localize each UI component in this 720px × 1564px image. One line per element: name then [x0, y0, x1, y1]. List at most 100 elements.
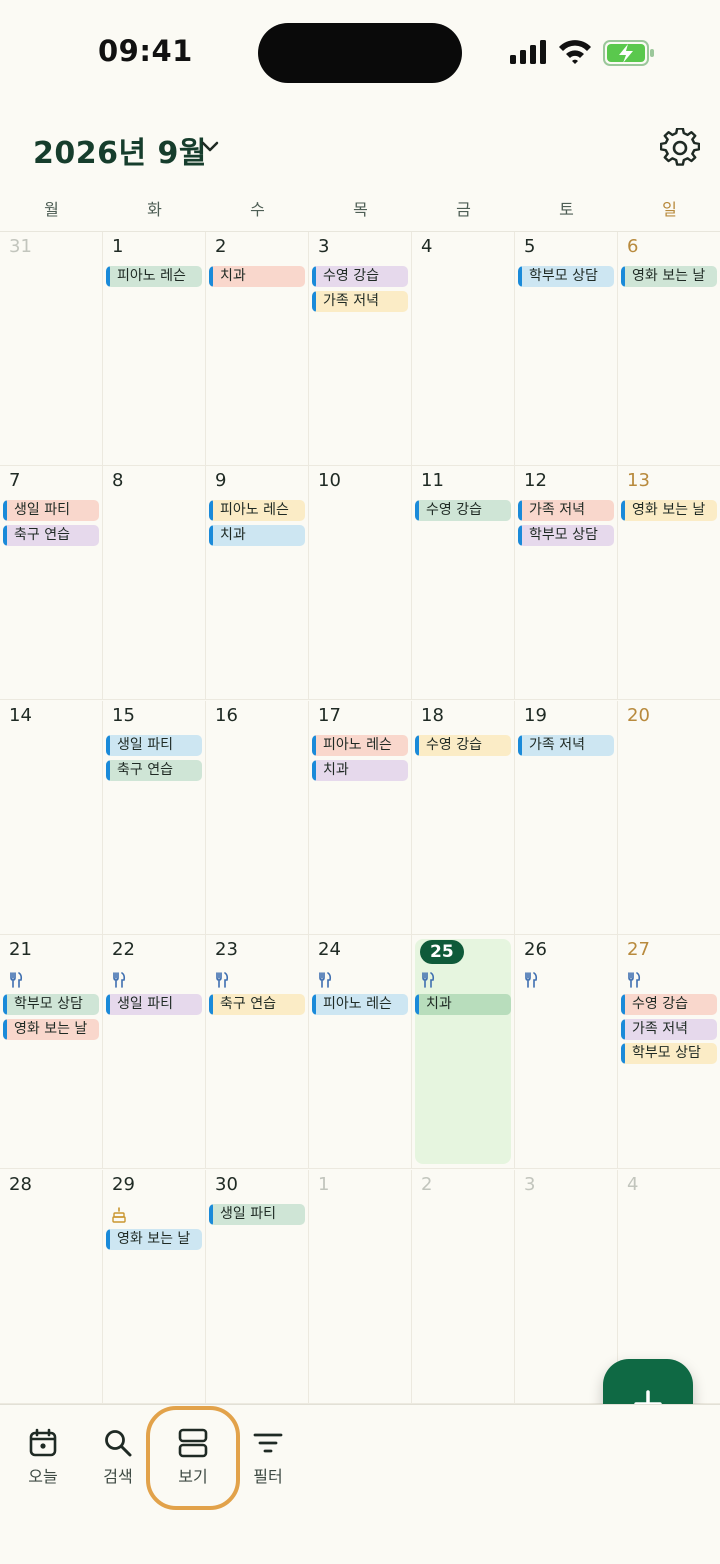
- day-cell[interactable]: 10: [309, 466, 412, 700]
- gear-icon[interactable]: [660, 128, 700, 168]
- fork-knife-icon: [318, 972, 332, 988]
- event-chip[interactable]: 가족 저녁: [312, 290, 408, 312]
- event-chip[interactable]: 영화 보는 날: [3, 1018, 99, 1040]
- event-list: 영화 보는 날: [106, 1229, 202, 1254]
- day-number: 16: [215, 705, 238, 726]
- event-chip[interactable]: 생일 파티: [106, 735, 202, 756]
- event-chip[interactable]: 학부모 상담: [3, 994, 99, 1015]
- day-cell[interactable]: 26: [515, 935, 618, 1169]
- event-chip[interactable]: 피아노 레슨: [106, 266, 202, 287]
- weekday-sun: 일: [662, 200, 677, 219]
- event-chip[interactable]: 치과: [209, 524, 305, 546]
- bottom-nav: 오늘 검색 보기 필터: [0, 1404, 720, 1564]
- nav-today-label: 오늘: [28, 1467, 58, 1486]
- day-cell[interactable]: 2 치과: [206, 232, 309, 466]
- day-cell[interactable]: 1 피아노 레슨: [103, 232, 206, 466]
- event-chip[interactable]: 수영 강습: [312, 266, 408, 287]
- day-cell[interactable]: 15 생일 파티 축구 연습: [103, 701, 206, 935]
- day-cell[interactable]: 5 학부모 상담: [515, 232, 618, 466]
- day-cell[interactable]: 2: [412, 1170, 515, 1404]
- day-number: 10: [318, 470, 341, 491]
- day-cell[interactable]: 11 수영 강습: [412, 466, 515, 700]
- day-cell[interactable]: 24 피아노 레슨: [309, 935, 412, 1169]
- weekday-fri: 금: [456, 200, 471, 219]
- day-cell[interactable]: 12 가족 저녁 학부모 상담: [515, 466, 618, 700]
- day-cell[interactable]: 28: [0, 1170, 103, 1404]
- day-cell[interactable]: 19 가족 저녁: [515, 701, 618, 935]
- event-chip[interactable]: 학부모 상담: [518, 524, 614, 546]
- event-list: 피아노 레슨치과: [312, 735, 408, 784]
- day-number: 9: [215, 470, 227, 491]
- event-chip[interactable]: 치과: [415, 994, 511, 1015]
- day-cell[interactable]: 31: [0, 232, 103, 466]
- day-cell[interactable]: 1: [309, 1170, 412, 1404]
- fork-knife-icon: [421, 972, 435, 988]
- day-number: 21: [9, 939, 32, 960]
- day-cell[interactable]: 27 수영 강습 가족 저녁 학부모 상담: [618, 935, 720, 1169]
- day-cell[interactable]: 23 축구 연습: [206, 935, 309, 1169]
- day-number: 8: [112, 470, 124, 491]
- day-number: 4: [627, 1174, 639, 1195]
- event-chip[interactable]: 치과: [209, 266, 305, 287]
- event-list: 학부모 상담: [518, 266, 614, 291]
- day-cell[interactable]: 16: [206, 701, 309, 935]
- month-title[interactable]: 2026년 9월: [33, 128, 207, 172]
- day-cell[interactable]: 20: [618, 701, 720, 935]
- day-cell[interactable]: 9 피아노 레슨치과: [206, 466, 309, 700]
- day-cell[interactable]: 6 영화 보는 날: [618, 232, 720, 466]
- status-bar: 09:41: [0, 0, 720, 100]
- day-cell[interactable]: 29 영화 보는 날: [103, 1170, 206, 1404]
- nav-filter[interactable]: 필터: [233, 1427, 303, 1497]
- day-number: 22: [112, 939, 135, 960]
- event-chip[interactable]: 학부모 상담: [621, 1043, 717, 1064]
- day-cell[interactable]: 7 생일 파티 축구 연습: [0, 466, 103, 700]
- day-cell[interactable]: 13 영화 보는 날: [618, 466, 720, 700]
- day-cell[interactable]: 4: [412, 232, 515, 466]
- event-chip[interactable]: 영화 보는 날: [106, 1229, 202, 1250]
- chevron-down-icon[interactable]: [200, 140, 220, 154]
- day-number: 1: [318, 1174, 330, 1195]
- cellular-signal-icon: [510, 40, 546, 64]
- day-cell[interactable]: 8: [103, 466, 206, 700]
- event-chip[interactable]: 피아노 레슨: [312, 994, 408, 1015]
- event-list: 치과: [415, 994, 511, 1019]
- event-chip[interactable]: 영화 보는 날: [621, 500, 717, 521]
- event-chip[interactable]: 수영 강습: [415, 500, 511, 521]
- event-list: 피아노 레슨: [106, 266, 202, 291]
- day-cell[interactable]: 17 피아노 레슨 치과: [309, 701, 412, 935]
- event-chip[interactable]: 영화 보는 날: [621, 266, 717, 287]
- event-chip[interactable]: 가족 저녁: [518, 500, 614, 521]
- event-chip[interactable]: 피아노 레슨: [209, 500, 305, 521]
- day-number: 30: [215, 1174, 238, 1195]
- calendar-today-icon: [29, 1428, 57, 1457]
- event-list: 영화 보는 날: [621, 266, 717, 291]
- day-number: 26: [524, 939, 547, 960]
- event-chip[interactable]: 생일 파티: [3, 500, 99, 521]
- event-chip[interactable]: 축구 연습: [209, 994, 305, 1015]
- event-chip[interactable]: 축구 연습: [106, 759, 202, 781]
- event-chip[interactable]: 피아노 레슨: [312, 735, 408, 756]
- event-list: 학부모 상담영화 보는 날: [3, 994, 99, 1043]
- event-chip[interactable]: 생일 파티: [106, 994, 202, 1015]
- weekday-tue: 화: [147, 200, 162, 219]
- day-cell[interactable]: 30 생일 파티: [206, 1170, 309, 1404]
- search-icon: [105, 1430, 132, 1457]
- event-chip[interactable]: 수영 강습: [621, 994, 717, 1015]
- day-cell[interactable]: 3 수영 강습 가족 저녁: [309, 232, 412, 466]
- event-chip[interactable]: 축구 연습: [3, 524, 99, 546]
- event-chip[interactable]: 가족 저녁: [621, 1018, 717, 1040]
- fork-knife-icon: [215, 972, 229, 988]
- event-list: 생일 파티축구 연습: [3, 500, 99, 549]
- event-chip[interactable]: 학부모 상담: [518, 266, 614, 287]
- day-cell[interactable]: 14: [0, 701, 103, 935]
- day-cell[interactable]: 18 수영 강습: [412, 701, 515, 935]
- day-cell[interactable]: 22 생일 파티: [103, 935, 206, 1169]
- event-chip[interactable]: 가족 저녁: [518, 735, 614, 756]
- event-chip[interactable]: 치과: [312, 759, 408, 781]
- event-chip[interactable]: 생일 파티: [209, 1204, 305, 1225]
- nav-today[interactable]: 오늘: [8, 1427, 78, 1497]
- day-cell-today[interactable]: 25 치과: [412, 935, 515, 1169]
- nav-search[interactable]: 검색: [83, 1427, 153, 1497]
- event-chip[interactable]: 수영 강습: [415, 735, 511, 756]
- day-cell[interactable]: 21 학부모 상담영화 보는 날: [0, 935, 103, 1169]
